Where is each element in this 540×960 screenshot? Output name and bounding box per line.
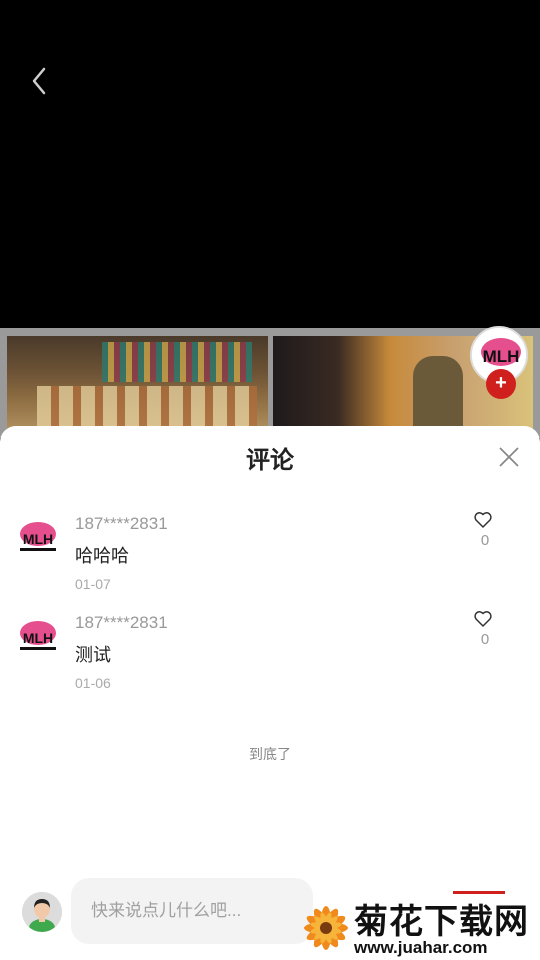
comment-date: 01-06 — [75, 675, 111, 691]
end-of-list-text: 到底了 — [249, 746, 291, 762]
comment-item: MLH 187****2831 测试 01-06 0 — [0, 607, 540, 697]
chevron-left-icon[interactable] — [26, 64, 56, 98]
avatar[interactable]: MLH — [14, 516, 62, 564]
video-player[interactable] — [0, 0, 540, 328]
close-icon[interactable] — [497, 445, 521, 469]
avatar[interactable]: MLH — [14, 615, 62, 663]
follow-button[interactable]: + — [486, 369, 516, 399]
watermark-title: 菊花下载网 — [354, 903, 529, 941]
gallery-thumbnail[interactable] — [7, 336, 268, 436]
image-gallery — [0, 328, 540, 438]
comment-username: 187****2831 — [75, 613, 168, 632]
svg-text:MLH: MLH — [483, 347, 520, 366]
comment-input[interactable] — [71, 878, 313, 944]
watermark: 菊花下载网 www.juahar.com — [296, 892, 540, 960]
heart-icon[interactable] — [473, 510, 493, 530]
svg-text:MLH: MLH — [23, 630, 53, 646]
user-avatar — [22, 892, 62, 932]
comment-username: 187****2831 — [75, 514, 168, 533]
watermark-url: www.juahar.com — [354, 938, 488, 957]
svg-text:MLH: MLH — [23, 531, 53, 547]
like-count: 0 — [480, 532, 490, 549]
heart-icon[interactable] — [473, 609, 493, 629]
sheet-title: 评论 — [246, 447, 294, 474]
comment-item: MLH 187****2831 哈哈哈 01-07 0 — [0, 508, 540, 598]
like-count: 0 — [480, 631, 490, 648]
comment-text: 哈哈哈 — [75, 546, 129, 566]
comment-date: 01-07 — [75, 576, 111, 592]
comment-text: 测试 — [75, 645, 111, 665]
flower-logo-icon — [296, 896, 356, 956]
